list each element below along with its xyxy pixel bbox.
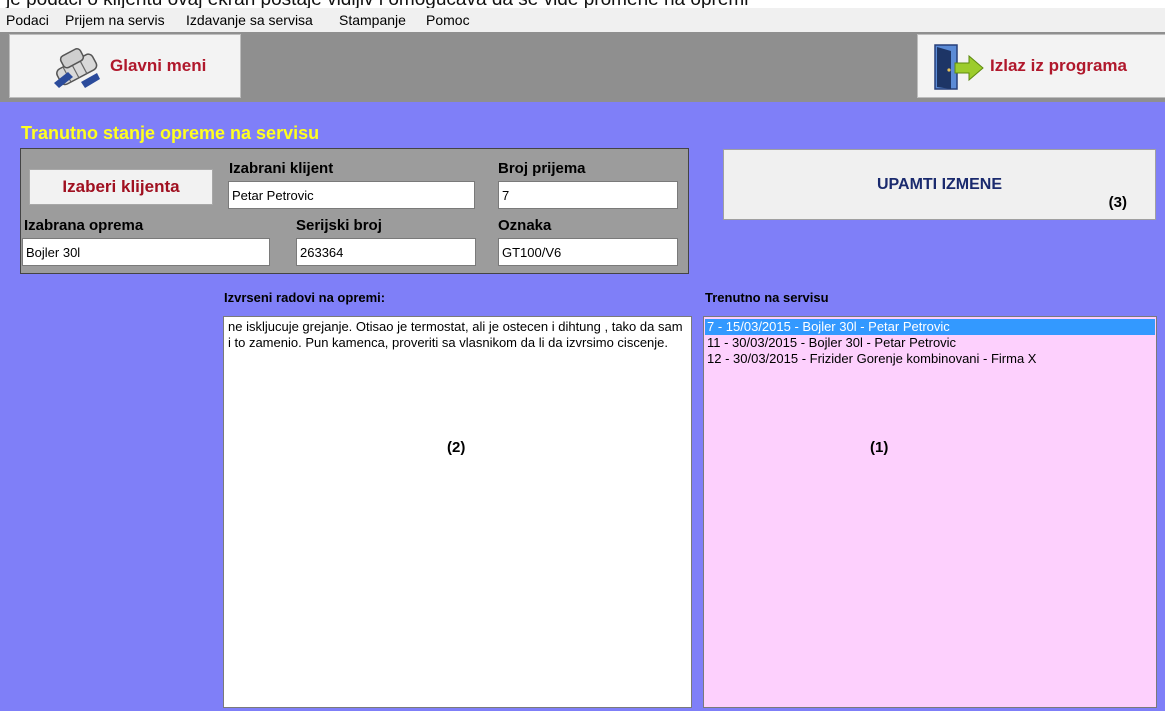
panel-title: Tranutno stanje opreme na servisu — [21, 123, 320, 143]
serial-number-field[interactable] — [296, 238, 476, 266]
list-item[interactable]: 12 - 30/03/2015 - Frizider Gorenje kombi… — [705, 351, 1155, 367]
works-textarea[interactable]: ne iskljucuje grejanje. Otisao je termos… — [223, 316, 692, 708]
exit-button[interactable]: Izlaz iz programa — [917, 34, 1165, 98]
client-field[interactable] — [228, 181, 475, 209]
serial-number-label: Serijski broj — [296, 217, 382, 234]
save-changes-button[interactable]: UPAMTI IZMENE (3) — [723, 149, 1156, 220]
tag-field[interactable] — [498, 238, 678, 266]
menu-item-prijem-na-servis[interactable]: Prijem na servis — [65, 12, 165, 28]
main-menu-label: Glavni meni — [110, 56, 207, 75]
toolbar: Glavni meni Izlaz iz programa — [0, 32, 1165, 102]
main-panel: Tranutno stanje opreme na servisu Izaber… — [0, 102, 1165, 711]
list-item[interactable]: 7 - 15/03/2015 - Bojler 30l - Petar Petr… — [705, 319, 1155, 335]
menu-item-pomoc[interactable]: Pomoc — [426, 12, 470, 28]
in-service-list[interactable]: 7 - 15/03/2015 - Bojler 30l - Petar Petr… — [703, 316, 1157, 708]
exit-door-icon — [934, 44, 984, 90]
pick-client-button[interactable]: Izaberi klijenta — [29, 169, 213, 205]
client-equipment-group: Izaberi klijenta Izabrani klijent Broj p… — [20, 148, 689, 274]
menu-bar: Podaci Prijem na servis Izdavanje sa ser… — [0, 8, 1165, 32]
marker-1: (1) — [870, 439, 889, 456]
intake-number-label: Broj prijema — [498, 160, 586, 177]
works-label: Izvrseni radovi na opremi: — [224, 290, 386, 305]
cut-off-caption: je podaci o klijentu ovaj ekran postaje … — [0, 0, 1165, 8]
menu-item-stampanje[interactable]: Stampanje — [339, 12, 406, 28]
in-service-label: Trenutno na servisu — [705, 290, 829, 305]
equipment-label: Izabrana oprema — [24, 217, 144, 234]
list-item[interactable]: 11 - 30/03/2015 - Bojler 30l - Petar Pet… — [705, 335, 1155, 351]
equipment-field[interactable] — [22, 238, 270, 266]
menu-item-izdavanje-sa-servisa[interactable]: Izdavanje sa servisa — [186, 12, 313, 28]
exit-label: Izlaz iz programa — [990, 56, 1127, 75]
intake-number-field[interactable] — [498, 181, 678, 209]
menu-item-podaci[interactable]: Podaci — [6, 12, 49, 28]
cut-off-caption-text: je podaci o klijentu ovaj ekran postaje … — [6, 0, 748, 8]
marker-2: (2) — [447, 439, 466, 456]
hands-icon — [54, 48, 100, 88]
client-label: Izabrani klijent — [229, 160, 334, 177]
tag-label: Oznaka — [498, 217, 552, 234]
main-menu-button[interactable]: Glavni meni — [9, 34, 241, 98]
marker-3: (3) — [1108, 194, 1127, 211]
save-changes-label: UPAMTI IZMENE — [876, 176, 1003, 193]
